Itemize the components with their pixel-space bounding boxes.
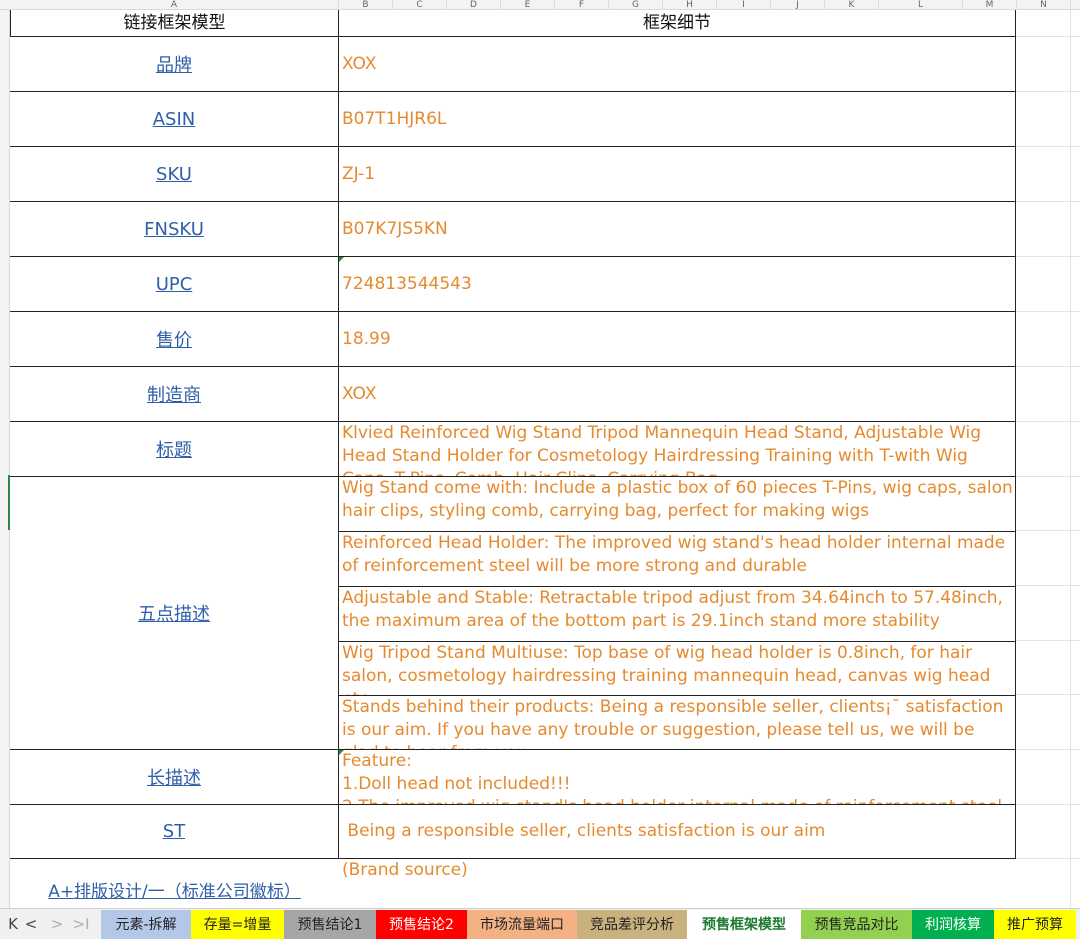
column-header-b[interactable]: B <box>339 0 393 10</box>
sheet-tab-8[interactable]: 预售竞品对比 <box>801 910 912 939</box>
gridline <box>1016 640 1080 641</box>
gridline <box>1016 421 1080 422</box>
sheet-tab-6[interactable]: 竞品差评分析 <box>577 910 687 939</box>
next-sheet-button[interactable]: > <box>46 909 68 939</box>
value-cell-st[interactable]: Being a responsible seller, clients sati… <box>339 805 1016 859</box>
long-desc-line-1: Feature: <box>342 751 412 771</box>
gridline <box>1016 366 1080 367</box>
label-cell-manufacturer[interactable]: 制造商 <box>10 367 339 422</box>
title-link[interactable]: 标题 <box>156 436 192 462</box>
sheet-tab-bar: K < > >I 元素-拆解 存量=增量 预售结论1 预售结论2 市场流量端口 … <box>0 908 1080 939</box>
label-cell-asin[interactable]: ASIN <box>10 92 339 147</box>
value-cell-long-desc[interactable]: Feature: 1.Doll head not included!!! 2.T… <box>339 750 1016 805</box>
gridline <box>1016 146 1080 147</box>
column-header-l[interactable]: L <box>879 0 963 10</box>
asin-link[interactable]: ASIN <box>153 109 196 130</box>
gridline <box>1070 10 1071 908</box>
column-header-e[interactable]: E <box>501 0 555 10</box>
label-cell-title[interactable]: 标题 <box>10 422 339 477</box>
column-header-f[interactable]: F <box>555 0 609 10</box>
sheet-tab-1[interactable]: 元素-拆解 <box>101 910 191 939</box>
cell-comment-marker <box>339 750 344 755</box>
row-header-bar <box>0 10 10 908</box>
value-cell-sku[interactable]: ZJ-1 <box>339 147 1016 202</box>
header-cell-detail[interactable]: 框架细节 <box>339 10 1016 37</box>
value-cell-asin[interactable]: B07T1HJR6L <box>339 92 1016 147</box>
column-header-h[interactable]: H <box>663 0 717 10</box>
column-header-g[interactable]: G <box>609 0 663 10</box>
last-sheet-button[interactable]: >I <box>70 909 92 939</box>
bullets-link[interactable]: 五点描述 <box>138 600 210 626</box>
brand-link[interactable]: 品牌 <box>156 51 192 77</box>
column-header-bar: A B C D E F G H I J K L M N <box>0 0 1080 10</box>
value-cell-brand[interactable]: XOX <box>339 37 1016 92</box>
value-cell-title[interactable]: Klvied Reinforced Wig Stand Tripod Manne… <box>339 422 1016 477</box>
gridline <box>1016 91 1080 92</box>
long-desc-link[interactable]: 长描述 <box>147 764 201 790</box>
gridline <box>1016 694 1080 695</box>
upc-value-text: 724813544543 <box>342 273 472 294</box>
long-desc-line-2: 1.Doll head not included!!! <box>342 774 571 794</box>
column-header-d[interactable]: D <box>447 0 501 10</box>
long-desc-line-3: 2.The improved wig stand's head holder i… <box>342 796 1015 804</box>
column-header-n[interactable]: N <box>1017 0 1071 10</box>
gridline <box>1016 749 1080 750</box>
gridline <box>1016 585 1080 586</box>
st-link[interactable]: ST <box>163 821 185 842</box>
value-cell-fnsku[interactable]: B07K7JS5KN <box>339 202 1016 257</box>
prev-sheet-button[interactable]: < <box>20 909 42 939</box>
column-header-i[interactable]: I <box>717 0 771 10</box>
sheet-tab-4[interactable]: 预售结论2 <box>376 910 467 939</box>
sheet-tab-3[interactable]: 预售结论1 <box>284 910 376 939</box>
bullet-cell-3[interactable]: Adjustable and Stable: Retractable tripo… <box>339 587 1016 642</box>
column-header-m[interactable]: M <box>963 0 1017 10</box>
bullet-cell-5[interactable]: Stands behind their products: Being a re… <box>339 696 1016 750</box>
sheet-tab-active[interactable]: 预售框架模型 <box>687 910 801 939</box>
label-cell-long-desc[interactable]: 长描述 <box>10 750 339 805</box>
aplus-link[interactable]: A+排版设计/一（标准公司徽标） <box>48 877 301 902</box>
manufacturer-link[interactable]: 制造商 <box>147 381 201 407</box>
gridline <box>1016 858 1080 859</box>
header-cell-model[interactable]: 链接框架模型 <box>10 10 339 37</box>
value-cell-upc[interactable]: 724813544543 <box>339 257 1016 312</box>
column-header-k[interactable]: K <box>825 0 879 10</box>
gridline <box>1016 530 1080 531</box>
sheet-tab-9[interactable]: 利润核算 <box>912 910 994 939</box>
column-header-c[interactable]: C <box>393 0 447 10</box>
sheet-tab-2[interactable]: 存量=增量 <box>191 910 284 939</box>
sheet-tab-10[interactable]: 推广预算 <box>994 910 1076 939</box>
gridline <box>1016 36 1080 37</box>
bullet-cell-1[interactable]: Wig Stand come with: Include a plastic b… <box>339 477 1016 532</box>
sku-link[interactable]: SKU <box>156 164 192 185</box>
column-header-j[interactable]: J <box>771 0 825 10</box>
upc-link[interactable]: UPC <box>156 274 193 295</box>
label-cell-bullets[interactable]: 五点描述 <box>10 477 339 750</box>
column-header-a[interactable]: A <box>10 0 339 10</box>
sheet-tab-5[interactable]: 市场流量端口 <box>467 910 577 939</box>
bullet-cell-4[interactable]: Wig Tripod Stand Multiuse: Top base of w… <box>339 642 1016 696</box>
value-cell-aplus[interactable]: (Brand source) <box>339 859 1016 908</box>
label-cell-fnsku[interactable]: FNSKU <box>10 202 339 257</box>
label-cell-st[interactable]: ST <box>10 805 339 859</box>
label-cell-aplus[interactable]: A+排版设计/一（标准公司徽标） <box>10 859 339 908</box>
value-cell-manufacturer[interactable]: XOX <box>339 367 1016 422</box>
gridline <box>1016 476 1080 477</box>
label-cell-price[interactable]: 售价 <box>10 312 339 367</box>
label-cell-brand[interactable]: 品牌 <box>10 37 339 92</box>
gridline <box>1016 804 1080 805</box>
label-cell-upc[interactable]: UPC <box>10 257 339 312</box>
label-cell-sku[interactable]: SKU <box>10 147 339 202</box>
fnsku-link[interactable]: FNSKU <box>144 219 204 240</box>
gridline <box>1016 201 1080 202</box>
price-link[interactable]: 售价 <box>156 326 192 352</box>
gridline <box>1016 256 1080 257</box>
bullet-cell-2[interactable]: Reinforced Head Holder: The improved wig… <box>339 532 1016 587</box>
gridline <box>1016 311 1080 312</box>
cell-comment-marker <box>339 257 344 262</box>
value-cell-price[interactable]: 18.99 <box>339 312 1016 367</box>
